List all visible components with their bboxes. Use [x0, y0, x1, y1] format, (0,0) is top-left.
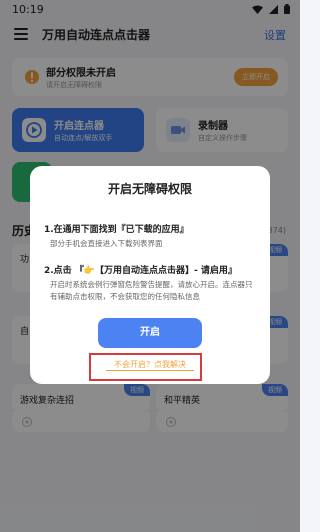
dialog-title: 开启无障碍权限	[107, 182, 192, 196]
accessibility-dialog: 开启无障碍权限 1.在通用下面找到『已下载的应用』 部分手机会直接进入下载列表界…	[30, 166, 270, 384]
step1-description: 部分手机会直接进入下载列表界面	[50, 239, 163, 248]
step2-description: 开启时系统会例行弹窗危险警告提醒，请放心开启。连点器只有辅助点击权限，不会获取您…	[50, 280, 253, 301]
step1-title: 1.在通用下面找到『已下载的应用』	[44, 225, 189, 235]
step2-title: 2.点击 『👉【万用自动连点点击器】- 请启用』	[44, 266, 237, 276]
highlight-box	[89, 353, 202, 381]
open-button[interactable]: 开启	[98, 318, 202, 348]
